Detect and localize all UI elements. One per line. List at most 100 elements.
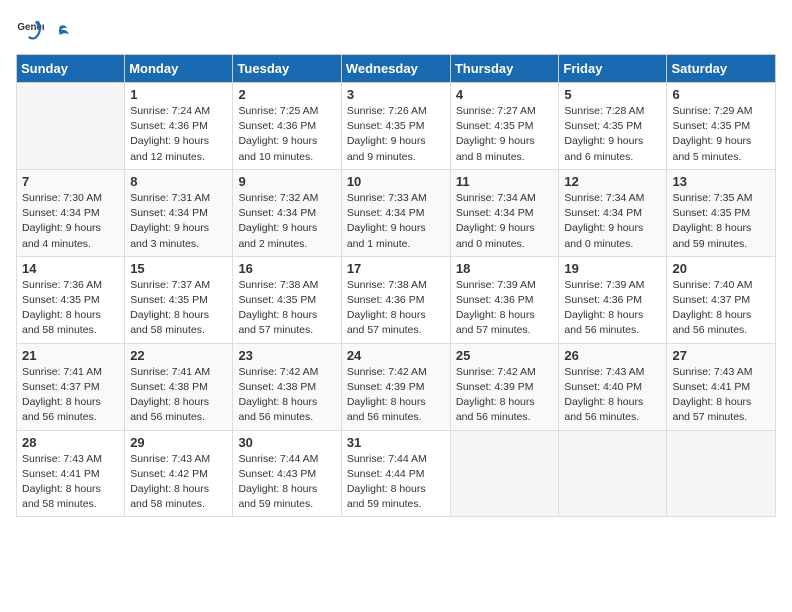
calendar-week-5: 28 Sunrise: 7:43 AM Sunset: 4:41 PM Dayli… [17, 430, 776, 517]
day-info: Sunrise: 7:40 AM Sunset: 4:37 PM Dayligh… [672, 278, 770, 339]
day-info: Sunrise: 7:44 AM Sunset: 4:43 PM Dayligh… [238, 452, 335, 513]
day-info: Sunrise: 7:41 AM Sunset: 4:37 PM Dayligh… [22, 365, 119, 426]
day-number: 8 [130, 174, 227, 189]
day-number: 27 [672, 348, 770, 363]
calendar-cell: 24Sunrise: 7:42 AM Sunset: 4:39 PM Dayli… [341, 343, 450, 430]
day-info: Sunrise: 7:32 AM Sunset: 4:34 PM Dayligh… [238, 191, 335, 252]
day-number: 24 [347, 348, 445, 363]
calendar-cell: 26Sunrise: 7:43 AM Sunset: 4:40 PM Dayli… [559, 343, 667, 430]
day-number: 7 [22, 174, 119, 189]
calendar-cell: 14 Sunrise: 7:36 AM Sunset: 4:35 PM Dayli… [17, 256, 125, 343]
calendar-cell: 29 Sunrise: 7:43 AM Sunset: 4:42 PM Dayli… [125, 430, 233, 517]
day-info: Sunrise: 7:39 AM Sunset: 4:36 PM Dayligh… [456, 278, 554, 339]
day-number: 16 [238, 261, 335, 276]
day-info: Sunrise: 7:33 AM Sunset: 4:34 PM Dayligh… [347, 191, 445, 252]
day-info: Sunrise: 7:26 AM Sunset: 4:35 PM Dayligh… [347, 104, 445, 165]
calendar-cell [559, 430, 667, 517]
day-info: Sunrise: 7:38 AM Sunset: 4:35 PM Dayligh… [238, 278, 335, 339]
day-info: Sunrise: 7:43 AM Sunset: 4:41 PM Dayligh… [22, 452, 119, 513]
page-header: General [16, 16, 776, 44]
calendar-week-3: 14 Sunrise: 7:36 AM Sunset: 4:35 PM Dayli… [17, 256, 776, 343]
calendar-cell: 27 Sunrise: 7:43 AM Sunset: 4:41 PM Dayli… [667, 343, 776, 430]
calendar-cell: 19 Sunrise: 7:39 AM Sunset: 4:36 PM Dayli… [559, 256, 667, 343]
logo-bird-icon [49, 22, 71, 44]
day-info: Sunrise: 7:31 AM Sunset: 4:34 PM Dayligh… [130, 191, 227, 252]
calendar-cell: 4 Sunrise: 7:27 AM Sunset: 4:35 PM Daylig… [450, 83, 559, 170]
day-info: Sunrise: 7:43 AM Sunset: 4:41 PM Dayligh… [672, 365, 770, 426]
day-number: 14 [22, 261, 119, 276]
calendar-cell: 7 Sunrise: 7:30 AM Sunset: 4:34 PM Daylig… [17, 169, 125, 256]
calendar-cell: 16 Sunrise: 7:38 AM Sunset: 4:35 PM Dayli… [233, 256, 341, 343]
day-info: Sunrise: 7:42 AM Sunset: 4:39 PM Dayligh… [456, 365, 554, 426]
day-info: Sunrise: 7:39 AM Sunset: 4:36 PM Dayligh… [564, 278, 661, 339]
day-number: 13 [672, 174, 770, 189]
calendar-cell: 28 Sunrise: 7:43 AM Sunset: 4:41 PM Dayli… [17, 430, 125, 517]
day-info: Sunrise: 7:42 AM Sunset: 4:38 PM Dayligh… [238, 365, 335, 426]
calendar-week-4: 21 Sunrise: 7:41 AM Sunset: 4:37 PM Dayli… [17, 343, 776, 430]
day-number: 12 [564, 174, 661, 189]
day-number: 29 [130, 435, 227, 450]
day-info: Sunrise: 7:27 AM Sunset: 4:35 PM Dayligh… [456, 104, 554, 165]
day-number: 31 [347, 435, 445, 450]
calendar-cell: 9Sunrise: 7:32 AM Sunset: 4:34 PM Daylig… [233, 169, 341, 256]
day-number: 17 [347, 261, 445, 276]
day-number: 10 [347, 174, 445, 189]
calendar-cell: 23Sunrise: 7:42 AM Sunset: 4:38 PM Dayli… [233, 343, 341, 430]
day-info: Sunrise: 7:24 AM Sunset: 4:36 PM Dayligh… [130, 104, 227, 165]
logo: General [16, 16, 72, 44]
calendar-cell: 17 Sunrise: 7:38 AM Sunset: 4:36 PM Dayli… [341, 256, 450, 343]
calendar-week-2: 7 Sunrise: 7:30 AM Sunset: 4:34 PM Daylig… [17, 169, 776, 256]
calendar-cell [450, 430, 559, 517]
day-number: 15 [130, 261, 227, 276]
day-info: Sunrise: 7:44 AM Sunset: 4:44 PM Dayligh… [347, 452, 445, 513]
day-info: Sunrise: 7:30 AM Sunset: 4:34 PM Dayligh… [22, 191, 119, 252]
day-number: 26 [564, 348, 661, 363]
day-info: Sunrise: 7:41 AM Sunset: 4:38 PM Dayligh… [130, 365, 227, 426]
calendar-cell: 3Sunrise: 7:26 AM Sunset: 4:35 PM Daylig… [341, 83, 450, 170]
calendar-cell: 12 Sunrise: 7:34 AM Sunset: 4:34 PM Dayli… [559, 169, 667, 256]
header-tuesday: Tuesday [233, 55, 341, 83]
day-info: Sunrise: 7:37 AM Sunset: 4:35 PM Dayligh… [130, 278, 227, 339]
day-info: Sunrise: 7:29 AM Sunset: 4:35 PM Dayligh… [672, 104, 770, 165]
day-number: 28 [22, 435, 119, 450]
day-info: Sunrise: 7:34 AM Sunset: 4:34 PM Dayligh… [564, 191, 661, 252]
calendar-cell: 31 Sunrise: 7:44 AM Sunset: 4:44 PM Dayli… [341, 430, 450, 517]
day-info: Sunrise: 7:36 AM Sunset: 4:35 PM Dayligh… [22, 278, 119, 339]
calendar-cell: 5Sunrise: 7:28 AM Sunset: 4:35 PM Daylig… [559, 83, 667, 170]
calendar-cell [667, 430, 776, 517]
calendar-cell: 25 Sunrise: 7:42 AM Sunset: 4:39 PM Dayli… [450, 343, 559, 430]
header-friday: Friday [559, 55, 667, 83]
calendar-cell: 10 Sunrise: 7:33 AM Sunset: 4:34 PM Dayli… [341, 169, 450, 256]
calendar-header: SundayMondayTuesdayWednesdayThursdayFrid… [17, 55, 776, 83]
day-info: Sunrise: 7:38 AM Sunset: 4:36 PM Dayligh… [347, 278, 445, 339]
calendar-cell: 13 Sunrise: 7:35 AM Sunset: 4:35 PM Dayli… [667, 169, 776, 256]
calendar-cell: 2Sunrise: 7:25 AM Sunset: 4:36 PM Daylig… [233, 83, 341, 170]
header-monday: Monday [125, 55, 233, 83]
header-thursday: Thursday [450, 55, 559, 83]
day-info: Sunrise: 7:35 AM Sunset: 4:35 PM Dayligh… [672, 191, 770, 252]
day-number: 6 [672, 87, 770, 102]
day-number: 1 [130, 87, 227, 102]
day-number: 30 [238, 435, 335, 450]
day-number: 19 [564, 261, 661, 276]
calendar-week-1: 1 Sunrise: 7:24 AM Sunset: 4:36 PM Daylig… [17, 83, 776, 170]
calendar-cell: 22 Sunrise: 7:41 AM Sunset: 4:38 PM Dayli… [125, 343, 233, 430]
day-number: 4 [456, 87, 554, 102]
day-number: 25 [456, 348, 554, 363]
day-number: 20 [672, 261, 770, 276]
calendar-cell: 1 Sunrise: 7:24 AM Sunset: 4:36 PM Daylig… [125, 83, 233, 170]
calendar-cell: 18 Sunrise: 7:39 AM Sunset: 4:36 PM Dayli… [450, 256, 559, 343]
day-info: Sunrise: 7:43 AM Sunset: 4:42 PM Dayligh… [130, 452, 227, 513]
calendar-cell [17, 83, 125, 170]
day-number: 2 [238, 87, 335, 102]
day-number: 5 [564, 87, 661, 102]
header-wednesday: Wednesday [341, 55, 450, 83]
day-number: 18 [456, 261, 554, 276]
calendar-table: SundayMondayTuesdayWednesdayThursdayFrid… [16, 54, 776, 517]
calendar-body: 1 Sunrise: 7:24 AM Sunset: 4:36 PM Daylig… [17, 83, 776, 517]
logo-icon: General [16, 16, 44, 44]
day-number: 22 [130, 348, 227, 363]
header-saturday: Saturday [667, 55, 776, 83]
day-number: 21 [22, 348, 119, 363]
calendar-cell: 11Sunrise: 7:34 AM Sunset: 4:34 PM Dayli… [450, 169, 559, 256]
